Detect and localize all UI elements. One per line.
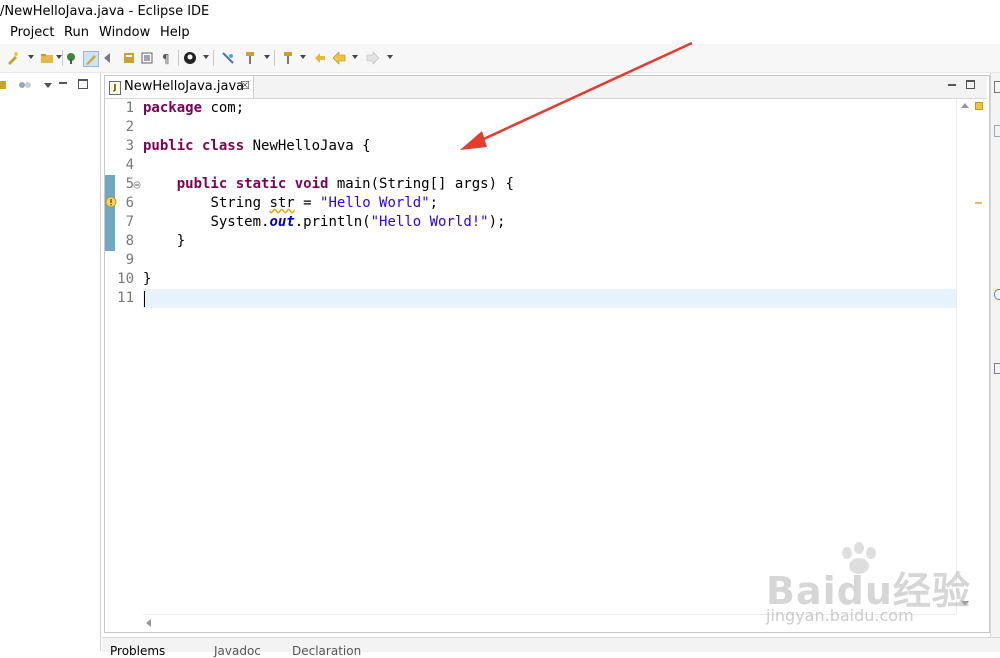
maximize-icon[interactable] [78,79,88,89]
right-trim-stack [990,73,1000,651]
search-icon[interactable] [281,51,295,65]
editor-maximize-icon[interactable] [966,80,975,89]
code-line-8: } [143,233,186,249]
line-number: 11 [117,290,134,306]
scroll-left-icon[interactable] [146,619,151,627]
fold-collapse-icon[interactable] [133,181,141,189]
skip-breakpoints-icon[interactable] [221,51,235,65]
show-whitespace-icon[interactable]: ¶ [160,51,174,65]
outline-view-icon[interactable] [994,81,1000,93]
task-list-icon[interactable] [994,125,1000,137]
mark-occurrences-icon[interactable] [83,51,99,67]
run-as-icon[interactable] [183,51,197,65]
forward-dropdown-arrow-icon[interactable] [387,55,393,59]
code-text-area[interactable]: package com; public class NewHelloJava {… [143,99,955,614]
last-edit-location-icon[interactable] [313,51,327,65]
line-number: 5 [125,176,134,192]
debug-icon[interactable] [64,51,78,65]
back-dropdown-arrow-icon[interactable] [352,55,358,59]
editor-minimize-icon[interactable] [948,84,956,86]
bottom-panel-tabbar: Problems Javadoc Declaration [102,637,1000,658]
window-title: /NewHelloJava.java - Eclipse IDE [0,4,210,19]
code-line-1: package com; [143,100,245,116]
line-number: 8 [125,233,134,249]
line-number: 2 [125,119,134,135]
title-bar: /NewHelloJava.java - Eclipse IDE [0,0,1000,24]
back-icon[interactable] [332,51,346,65]
run-dropdown-arrow-icon[interactable] [203,55,209,59]
scroll-down-icon[interactable] [961,601,969,606]
line-number: 10 [117,271,134,287]
view-icon [0,81,6,89]
text-caret [144,291,145,307]
hierarchy-view-icon[interactable] [994,363,1000,374]
code-line-7: System.out.println("Hello World!"); [210,214,506,230]
external-tools-dropdown-arrow-icon[interactable] [264,55,270,59]
line-number: 7 [125,214,134,230]
code-line-3: public class NewHelloJava { [143,138,371,154]
code-line-10: } [143,271,152,287]
new-dropdown-arrow-icon[interactable] [28,55,34,59]
block-selection-icon[interactable] [140,51,154,65]
open-folder-icon[interactable] [40,51,54,65]
new-wizard-icon[interactable] [6,51,20,65]
tab-javadoc[interactable]: Javadoc [214,644,261,658]
minimize-icon[interactable] [59,82,67,84]
menu-bar: Project Run Window Help [0,24,1000,44]
tab-declaration[interactable]: Declaration [292,644,361,658]
next-annotation-icon[interactable] [102,51,116,65]
tab-close-icon[interactable]: ☒ [240,79,250,92]
menu-run[interactable]: Run [64,25,89,40]
unused-variable-warning: str [269,195,295,211]
editor-tab-label: NewHelloJava.java [124,79,245,94]
link-editor-icon[interactable] [18,79,32,91]
warning-marker-icon[interactable] [105,196,117,208]
tab-problems[interactable]: Problems [110,644,165,658]
main-toolbar: ¶ [0,44,1000,73]
code-line-6: String str = "Hello World"; [210,195,439,211]
forward-icon[interactable] [366,51,380,65]
menu-project[interactable]: Project [10,25,54,40]
java-file-icon: J [109,81,121,95]
overview-ruler[interactable] [972,99,986,614]
vertical-scrollbar[interactable] [956,99,973,614]
line-number: 3 [125,138,134,154]
menu-help[interactable]: Help [160,25,190,40]
scroll-up-icon[interactable] [961,103,969,108]
svg-text:¶: ¶ [162,52,170,65]
package-explorer-panel [0,73,101,651]
menu-window[interactable]: Window [99,25,150,40]
editor-tab-newhellojava[interactable]: J NewHelloJava.java ☒ [105,76,254,98]
search-view-icon[interactable] [994,289,1000,300]
line-number: 9 [125,252,134,268]
external-tools-icon[interactable] [243,51,257,65]
toggle-breadcrumb-icon[interactable] [122,51,136,65]
overview-marker[interactable] [975,202,982,204]
search-dropdown-arrow-icon[interactable] [300,55,306,59]
line-number: 1 [125,100,134,116]
horizontal-scrollbar[interactable] [143,614,956,631]
code-line-5: public static void main(String[] args) { [176,176,514,192]
overview-warning-icon[interactable] [975,102,983,110]
view-menu-icon[interactable] [44,83,52,88]
line-number: 4 [125,157,134,173]
